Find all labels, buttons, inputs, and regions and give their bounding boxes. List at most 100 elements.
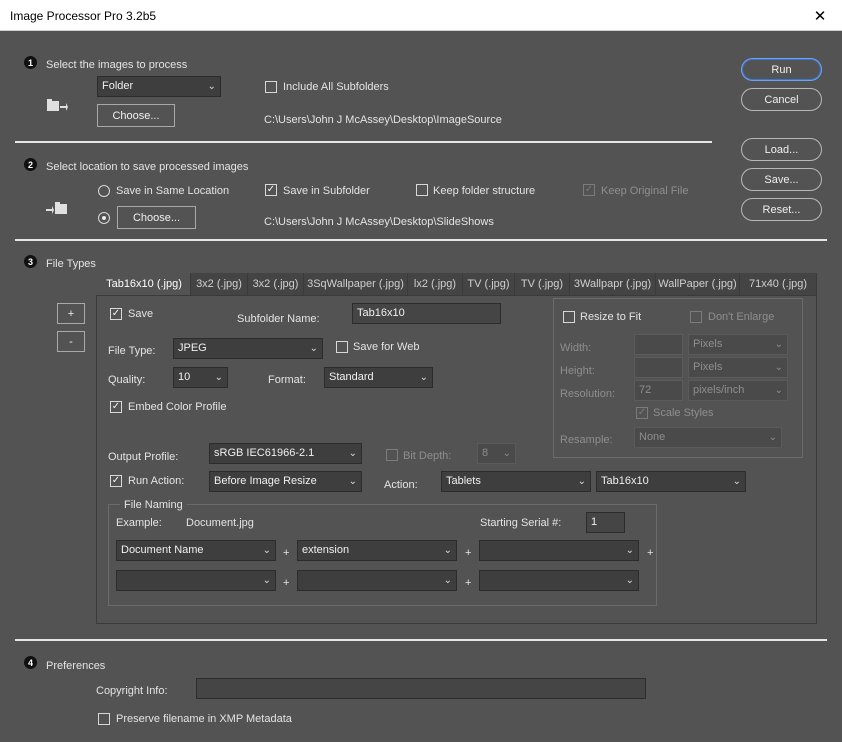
section-number-4: 4 [24, 656, 37, 669]
save-settings-button[interactable]: Save... [741, 168, 822, 191]
section3-heading: File Types [46, 258, 96, 270]
preserve-filename-checkbox[interactable] [98, 713, 110, 725]
save-subfolder-checkbox[interactable]: ✓ [265, 184, 277, 196]
reset-button[interactable]: Reset... [741, 198, 822, 221]
resolution-unit-select[interactable]: pixels/inch ⌄ [688, 380, 788, 401]
resolution-input[interactable]: 72 [634, 380, 683, 401]
naming-select-value: extension [302, 544, 350, 556]
naming-select-3[interactable]: ⌄ [479, 540, 639, 561]
choose-source-button[interactable]: Choose... [97, 104, 175, 127]
embed-profile-label: Embed Color Profile [128, 401, 227, 413]
width-unit-select[interactable]: Pixels ⌄ [688, 334, 788, 355]
tab-file-type[interactable]: TV (.jpg) [515, 273, 570, 295]
chevron-down-icon: ⌄ [348, 448, 357, 459]
run-action-timing-select[interactable]: Before Image Resize ⌄ [209, 471, 362, 492]
keep-original-checkbox[interactable]: ✓ [583, 184, 595, 196]
section-divider [15, 239, 827, 241]
chevron-down-icon: ⌄ [419, 372, 428, 383]
tab-file-type[interactable]: lx2 (.jpg) [408, 273, 463, 295]
section-number-2: 2 [24, 158, 37, 171]
width-input[interactable] [634, 334, 683, 355]
run-button[interactable]: Run [741, 58, 822, 81]
scale-styles-checkbox[interactable]: ✓ [636, 407, 648, 419]
action-label: Action: [384, 479, 418, 491]
bit-depth-checkbox[interactable] [386, 449, 398, 461]
quality-select[interactable]: 10 ⌄ [173, 367, 228, 388]
close-icon[interactable]: ✕ [798, 0, 842, 31]
section-number-3: 3 [24, 255, 37, 268]
naming-select-1[interactable]: Document Name ⌄ [116, 540, 276, 561]
chevron-down-icon: ⌄ [443, 545, 452, 556]
output-profile-select[interactable]: sRGB IEC61966-2.1 ⌄ [209, 443, 362, 464]
keep-structure-label: Keep folder structure [433, 185, 536, 197]
resample-select[interactable]: None ⌄ [634, 427, 782, 448]
action-name-value: Tab16x10 [601, 475, 649, 487]
example-value: Document.jpg [186, 517, 254, 529]
tab-file-type[interactable]: 3x2 (.jpg) [191, 273, 248, 295]
embed-profile-checkbox[interactable]: ✓ [110, 401, 122, 413]
tab-file-type[interactable]: 3x2 (.jpg) [248, 273, 304, 295]
bit-depth-label: Bit Depth: [403, 450, 452, 462]
naming-select-6[interactable]: ⌄ [479, 570, 639, 591]
save-for-web-checkbox[interactable] [336, 341, 348, 353]
width-unit-value: Pixels [693, 338, 723, 350]
cancel-button[interactable]: Cancel [741, 88, 822, 111]
save-folder-icon [46, 202, 67, 214]
serial-input[interactable]: 1 [586, 512, 625, 533]
resolution-label: Resolution: [560, 388, 616, 400]
section2-heading: Select location to save processed images [46, 161, 249, 173]
action-set-select[interactable]: Tablets ⌄ [441, 471, 591, 492]
naming-select-5[interactable]: ⌄ [297, 570, 457, 591]
height-unit-select[interactable]: Pixels ⌄ [688, 357, 788, 378]
preserve-filename-label: Preserve filename in XMP Metadata [116, 713, 292, 725]
tab-file-type[interactable]: 3SqWallpaper (.jpg) [304, 273, 408, 295]
tab-file-type[interactable]: 3Wallpapr (.jpg) [570, 273, 656, 295]
format-select[interactable]: Standard ⌄ [324, 367, 433, 388]
run-action-checkbox[interactable]: ✓ [110, 475, 122, 487]
copyright-input[interactable] [196, 678, 646, 699]
chevron-down-icon: ⌄ [625, 545, 634, 556]
choose-destination-button[interactable]: Choose... [117, 206, 196, 229]
quality-value: 10 [178, 371, 191, 383]
add-file-type-button[interactable]: + [57, 303, 85, 324]
bit-depth-select[interactable]: 8 ⌄ [477, 443, 516, 464]
file-type-value: JPEG [178, 342, 207, 354]
resize-to-fit-checkbox[interactable] [563, 311, 575, 323]
same-location-radio[interactable] [98, 185, 110, 197]
load-button[interactable]: Load... [741, 138, 822, 161]
bit-depth-value: 8 [482, 447, 489, 459]
dont-enlarge-checkbox[interactable] [690, 311, 702, 323]
keep-structure-checkbox[interactable] [416, 184, 428, 196]
naming-select-2[interactable]: extension ⌄ [297, 540, 457, 561]
tab-file-type[interactable]: 71x40 (.jpg) [740, 273, 817, 295]
plus-sign: + [283, 547, 290, 559]
resample-label: Resample: [560, 434, 613, 446]
tab-file-type[interactable]: TV (.jpg) [463, 273, 515, 295]
quality-label: Quality: [108, 374, 146, 386]
save-subfolder-radio[interactable] [98, 212, 110, 224]
chevron-down-icon: ⌄ [309, 343, 318, 354]
output-profile-label: Output Profile: [108, 451, 179, 463]
save-checkbox[interactable]: ✓ [110, 308, 122, 320]
tab-file-type[interactable]: Tab16x10 (.jpg) [98, 273, 191, 295]
window-title: Image Processor Pro 3.2b5 [10, 9, 157, 23]
naming-select-value: Document Name [121, 544, 204, 556]
file-type-tabs: Tab16x10 (.jpg) 3x2 (.jpg) 3x2 (.jpg) 3S… [98, 273, 817, 295]
remove-file-type-button[interactable]: - [57, 331, 85, 352]
subfolder-name-input[interactable]: Tab16x10 [352, 303, 501, 324]
file-type-select[interactable]: JPEG ⌄ [173, 338, 323, 359]
scale-styles-label: Scale Styles [653, 407, 714, 419]
source-select[interactable]: Folder ⌄ [97, 76, 221, 97]
include-subfolders-checkbox[interactable] [265, 81, 277, 93]
chevron-down-icon: ⌄ [774, 385, 783, 396]
serial-label: Starting Serial #: [480, 517, 562, 529]
dont-enlarge-label: Don't Enlarge [708, 311, 775, 323]
same-location-label: Save in Same Location [116, 185, 230, 197]
chevron-down-icon: ⌄ [502, 448, 511, 459]
chevron-down-icon: ⌄ [774, 362, 783, 373]
tab-file-type[interactable]: WallPaper (.jpg) [656, 273, 740, 295]
action-name-select[interactable]: Tab16x10 ⌄ [596, 471, 746, 492]
naming-select-4[interactable]: ⌄ [116, 570, 276, 591]
section4-heading: Preferences [46, 660, 106, 672]
height-input[interactable] [634, 357, 683, 378]
